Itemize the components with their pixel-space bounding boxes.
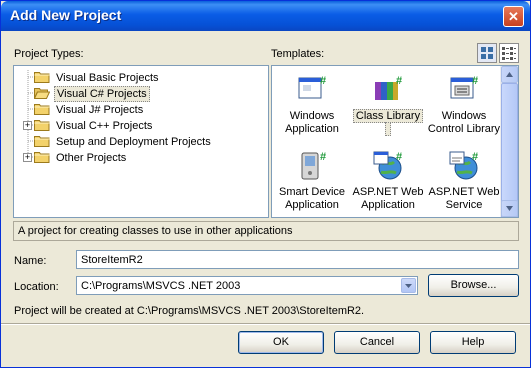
tree-item[interactable]: Setup and Deployment Projects — [34, 134, 254, 150]
template-caption-line2: Service — [445, 199, 483, 211]
window-title: Add New Project — [10, 7, 122, 23]
divider — [1, 323, 530, 325]
template-caption: ASP.NET Web Service — [424, 186, 504, 212]
template-item[interactable]: # ASP.NET Web Application — [348, 148, 428, 217]
template-caption-line1: ASP.NET Web — [428, 186, 500, 198]
templates-label: Templates: — [271, 48, 325, 60]
chevron-down-icon — [405, 284, 412, 288]
template-item[interactable]: # ASP.NET Web Service — [424, 148, 504, 217]
svg-text:#: # — [472, 151, 478, 163]
scroll-up-icon — [506, 72, 513, 77]
template-caption-line2: Control Library — [427, 123, 501, 135]
title-bar[interactable]: Add New Project ✕ — [1, 1, 530, 31]
folder-icon — [34, 72, 50, 83]
template-caption-line1: Class Library — [352, 109, 424, 123]
description-box: A project for creating classes to use in… — [13, 221, 519, 241]
ok-button[interactable]: OK — [238, 331, 324, 354]
svg-text:#: # — [396, 75, 402, 87]
close-button[interactable]: ✕ — [503, 6, 524, 27]
tree-item-label: Visual J# Projects — [56, 104, 144, 116]
folder-icon — [34, 120, 50, 131]
location-dropdown-button[interactable] — [401, 278, 416, 293]
template-caption-line2: Application — [285, 123, 339, 135]
tree-item-label: Setup and Deployment Projects — [56, 136, 211, 148]
folder-icon — [34, 104, 50, 115]
large-icons-view-button[interactable] — [477, 43, 497, 63]
open-folder-icon — [34, 88, 50, 99]
close-icon: ✕ — [508, 9, 519, 24]
project-path-info: Project will be created at C:\Programs\M… — [14, 305, 365, 317]
svg-text:#: # — [320, 151, 326, 163]
project-types-label: Project Types: — [14, 48, 84, 60]
template-caption-line2 — [385, 122, 391, 136]
expand-toggle[interactable]: + — [23, 153, 32, 162]
name-value: StoreItemR2 — [81, 254, 143, 266]
tree-item-label: Visual C++ Projects — [56, 120, 153, 132]
windows-app-icon: # — [298, 75, 326, 99]
templates-list[interactable]: # Windows Application # Class Library # Window… — [271, 65, 519, 218]
template-caption: Class Library — [348, 109, 428, 136]
large-icons-view-icon — [481, 47, 493, 59]
template-caption: Smart Device Application — [272, 186, 352, 212]
name-label: Name: — [14, 255, 47, 267]
small-icons-view-icon — [502, 47, 516, 60]
template-caption: ASP.NET Web Application — [348, 186, 428, 212]
tree-item[interactable]: Visual C++ Projects + — [23, 118, 254, 134]
tree-item-label: Visual Basic Projects — [56, 72, 159, 84]
web-service-icon: # — [449, 151, 478, 180]
browse-button[interactable]: Browse... — [428, 274, 519, 297]
template-item[interactable]: # Class Library — [348, 72, 428, 144]
scroll-up-button[interactable] — [501, 66, 518, 83]
smart-device-icon: # — [301, 151, 326, 180]
template-caption-line1: Windows — [441, 110, 487, 122]
template-caption-line2: Application — [285, 199, 339, 211]
location-label: Location: — [14, 281, 59, 293]
expand-toggle[interactable]: + — [23, 121, 32, 130]
tree-item[interactable]: Visual J# Projects — [34, 102, 254, 118]
template-caption-line1: ASP.NET Web — [352, 186, 424, 198]
help-button[interactable]: Help — [430, 331, 516, 354]
template-caption-line2: Application — [361, 199, 415, 211]
tree-item-label: Other Projects — [56, 152, 127, 164]
template-item[interactable]: # Smart Device Application — [272, 148, 352, 217]
location-combobox[interactable]: C:\Programs\MSVCS .NET 2003 — [76, 276, 418, 295]
web-application-icon: # — [373, 151, 402, 180]
svg-text:#: # — [472, 75, 478, 87]
control-library-icon: # — [450, 75, 478, 99]
project-types-tree[interactable]: Visual Basic Projects Visual C# Projects V… — [13, 65, 269, 218]
template-item[interactable]: # Windows Application — [272, 72, 352, 144]
template-caption-line1: Smart Device — [278, 186, 346, 198]
cancel-button[interactable]: Cancel — [334, 331, 420, 354]
folder-icon — [34, 136, 50, 147]
tree-item[interactable]: Other Projects + — [23, 150, 254, 166]
template-description: A project for creating classes to use in… — [18, 225, 293, 237]
scroll-down-icon — [506, 206, 513, 211]
svg-text:#: # — [396, 151, 402, 163]
svg-text:#: # — [320, 75, 326, 87]
location-value: C:\Programs\MSVCS .NET 2003 — [81, 280, 241, 292]
scroll-thumb[interactable] — [501, 83, 518, 217]
scroll-down-button[interactable] — [501, 200, 518, 217]
class-library-icon: # — [375, 75, 402, 100]
templates-scrollbar[interactable] — [500, 66, 518, 217]
small-icons-view-button[interactable] — [499, 43, 519, 63]
folder-icon — [34, 152, 50, 163]
add-new-project-dialog: Add New Project ✕ Project Types: Templat… — [0, 0, 531, 368]
template-caption-line1: Windows — [289, 110, 335, 122]
tree-item[interactable]: Visual C# Projects — [34, 86, 254, 102]
template-item[interactable]: # Windows Control Library — [424, 72, 504, 144]
template-caption: Windows Application — [272, 110, 352, 136]
tree-item-label: Visual C# Projects — [54, 86, 150, 102]
tree-item[interactable]: Visual Basic Projects — [34, 70, 254, 86]
name-field[interactable]: StoreItemR2 — [76, 250, 519, 269]
template-caption: Windows Control Library — [424, 110, 504, 136]
